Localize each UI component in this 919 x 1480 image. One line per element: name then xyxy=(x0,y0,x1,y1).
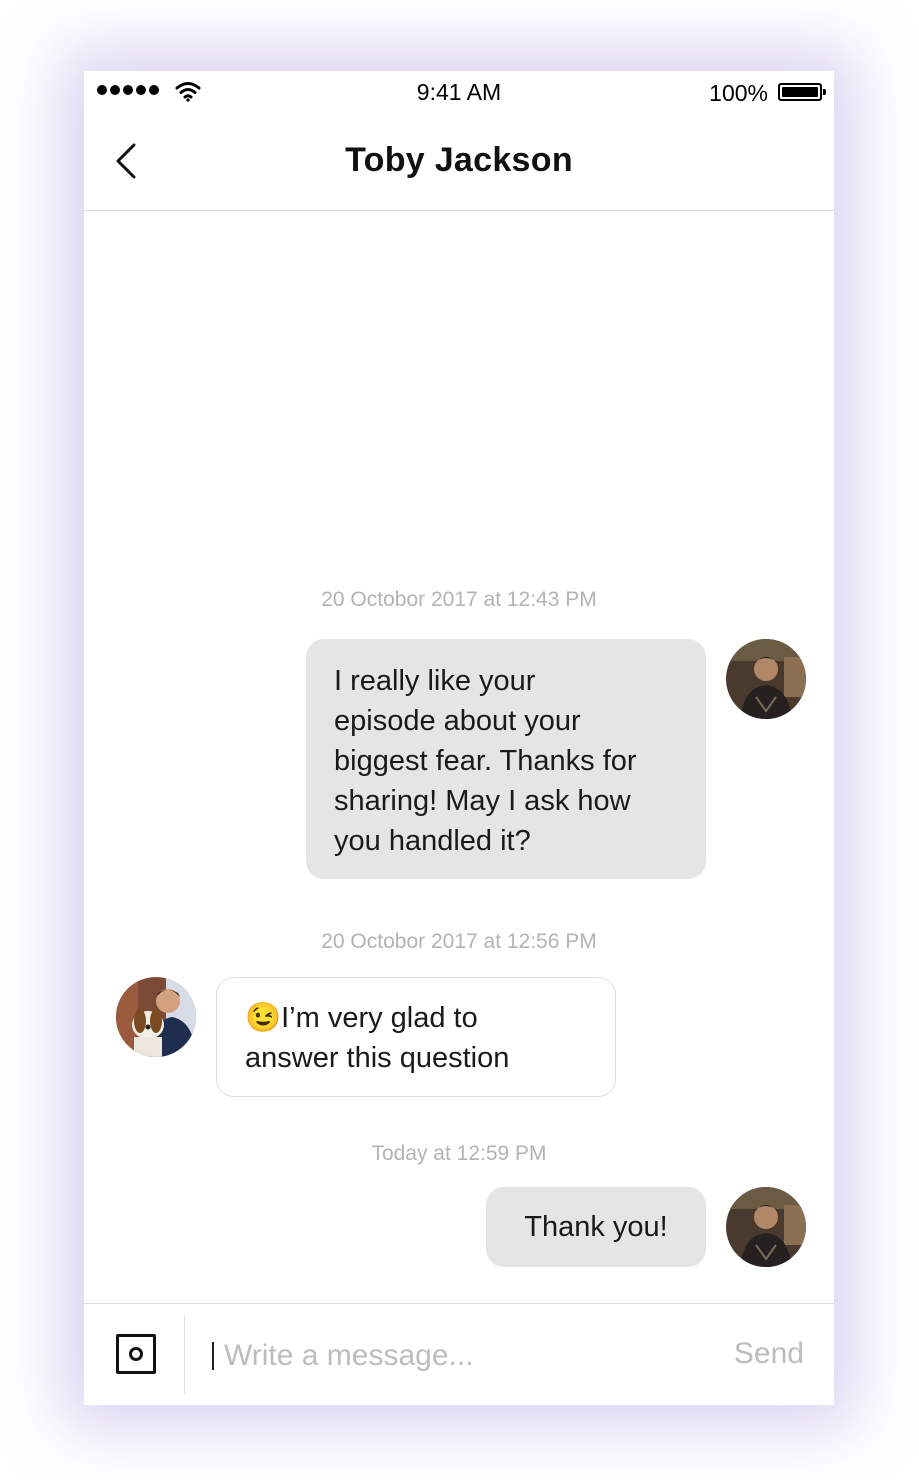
wink-emoji: 😉 xyxy=(245,1002,282,1034)
message-timestamp: 20 Octobor 2017 at 12:56 PM xyxy=(321,930,597,953)
message-line: sharing! May I ask how xyxy=(334,785,631,817)
avatar-self[interactable] xyxy=(726,639,806,719)
message-input[interactable] xyxy=(224,1330,694,1382)
composer-divider xyxy=(184,1316,185,1394)
message-line: you handled it? xyxy=(334,825,531,857)
message-line: I really like your xyxy=(334,665,536,697)
message-timestamp: Today at 12:59 PM xyxy=(371,1142,547,1165)
message-bubble-outgoing[interactable]: I really like your episode about your bi… xyxy=(306,639,706,879)
camera-button[interactable] xyxy=(116,1334,156,1374)
phone-screen: 9:41 AM 100% Toby Jackson 20 Octobor 201… xyxy=(84,71,834,1405)
message-composer: Send xyxy=(84,1303,834,1405)
message-line: 😉I’m very glad to xyxy=(245,998,595,1038)
message-timestamp: 20 Octobor 2017 at 12:43 PM xyxy=(321,588,597,611)
battery-percentage: 100% xyxy=(709,80,768,106)
message-bubble-incoming[interactable]: 😉I’m very glad to answer this question xyxy=(216,977,616,1097)
camera-icon xyxy=(129,1347,143,1361)
message-line: biggest fear. Thanks for xyxy=(334,745,637,777)
navigation-bar: Toby Jackson xyxy=(84,115,834,211)
message-line: Thank you! xyxy=(524,1211,668,1243)
avatar-self[interactable] xyxy=(726,1187,806,1267)
avatar-contact[interactable] xyxy=(116,977,196,1057)
status-bar: 9:41 AM 100% xyxy=(84,71,834,115)
conversation-title: Toby Jackson xyxy=(345,141,573,179)
message-bubble-outgoing[interactable]: Thank you! xyxy=(486,1187,706,1267)
message-line: answer this question xyxy=(245,1042,510,1074)
send-button[interactable]: Send xyxy=(734,1337,804,1371)
battery-icon xyxy=(778,83,826,101)
message-line: episode about your xyxy=(334,705,581,737)
message-line-text: I’m very glad to xyxy=(281,1002,478,1034)
text-cursor xyxy=(212,1342,214,1370)
